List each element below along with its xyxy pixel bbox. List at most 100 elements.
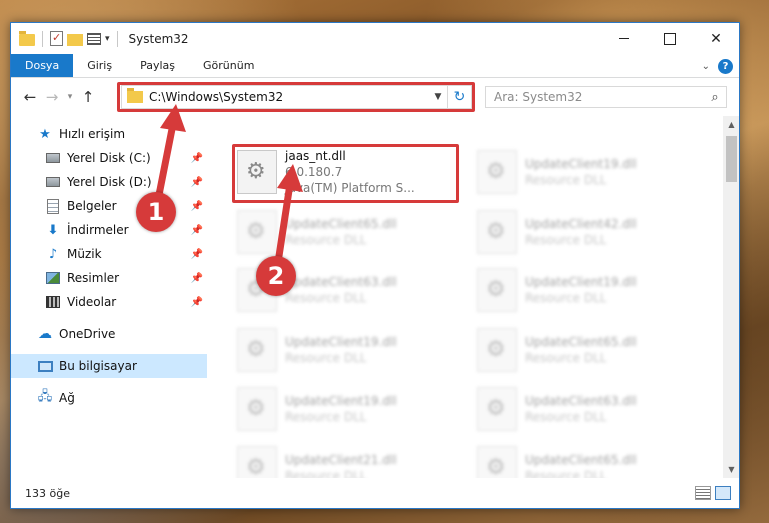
search-input[interactable]: Ara: System32 <box>494 90 704 104</box>
up-button[interactable]: ↑ <box>77 86 99 108</box>
pin-icon[interactable]: 📌 <box>191 153 203 164</box>
pin-icon[interactable]: 📌 <box>191 273 203 284</box>
sidebar-item-label: Belgeler <box>67 199 117 213</box>
sidebar-item-videos[interactable]: Videolar 📌 <box>11 290 207 314</box>
file-tile-highlighted[interactable]: jaas_nt.dll 6.0.180.7 Java(TM) Platform … <box>237 144 467 200</box>
scrollbar-thumb[interactable] <box>726 136 737 182</box>
minimize-button[interactable] <box>601 23 647 54</box>
search-icon[interactable]: ⌕ <box>704 90 726 105</box>
document-icon <box>45 198 61 214</box>
list-item[interactable]: UpdateClient65.dll Resource DLL <box>477 322 707 378</box>
tab-view[interactable]: Görünüm <box>189 54 268 77</box>
back-button[interactable]: ← <box>19 86 41 108</box>
file-type: Resource DLL <box>525 410 607 424</box>
title-bar: ▾ System32 ✕ <box>11 23 739 54</box>
sidebar-item-local-disk-d[interactable]: Yerel Disk (D:) 📌 <box>11 170 207 194</box>
quick-access-toolbar: ▾ <box>11 23 121 54</box>
sidebar-item-label: Yerel Disk (C:) <box>67 151 151 165</box>
toolbar-divider <box>42 30 43 47</box>
dll-file-icon <box>237 328 277 372</box>
pin-icon[interactable]: 📌 <box>191 297 203 308</box>
file-name: UpdateClient19.dll <box>525 275 637 289</box>
view-switcher <box>695 486 731 500</box>
details-view-icon[interactable] <box>695 486 711 500</box>
file-type: Resource DLL <box>525 233 607 247</box>
tab-file[interactable]: Dosya <box>11 54 74 77</box>
folder-icon <box>127 88 143 103</box>
file-type: Resource DLL <box>285 469 367 478</box>
list-item[interactable]: UpdateClient19.dll Resource DLL <box>237 381 467 437</box>
sidebar-item-label: Müzik <box>67 247 102 261</box>
pictures-icon <box>45 270 61 286</box>
close-button[interactable]: ✕ <box>693 23 739 54</box>
sidebar-item-label: OneDrive <box>59 327 116 341</box>
item-count: 133 öğe <box>25 487 70 500</box>
chevron-down-icon[interactable]: ▼ <box>429 92 447 102</box>
file-type: Resource DLL <box>525 291 607 305</box>
file-name: UpdateClient63.dll <box>525 394 637 408</box>
dll-file-icon <box>477 150 517 194</box>
navigation-pane: ★ Hızlı erişim Yerel Disk (C:) 📌 Yerel D… <box>11 116 207 478</box>
file-name: UpdateClient63.dll <box>285 275 397 289</box>
list-item[interactable]: UpdateClient65.dll Resource DLL <box>477 440 707 478</box>
properties-icon[interactable] <box>50 31 63 46</box>
list-item[interactable]: UpdateClient19.dll Resource DLL <box>237 322 467 378</box>
scroll-up-icon[interactable]: ▲ <box>723 116 739 133</box>
tiles-view-icon[interactable] <box>715 486 731 500</box>
dll-file-icon <box>477 328 517 372</box>
search-box[interactable]: Ara: System32 ⌕ <box>485 86 727 108</box>
help-icon[interactable]: ? <box>718 58 733 74</box>
sidebar-item-quick-access[interactable]: ★ Hızlı erişim <box>11 122 207 146</box>
pin-icon[interactable]: 📌 <box>191 177 203 188</box>
new-folder-icon[interactable] <box>67 34 83 46</box>
maximize-button[interactable] <box>647 23 693 54</box>
sidebar-item-downloads[interactable]: ⬇ İndirmeler 📌 <box>11 218 207 242</box>
list-item[interactable]: UpdateClient19.dll Resource DLL <box>477 144 707 200</box>
list-item[interactable]: UpdateClient42.dll Resource DLL <box>477 204 707 260</box>
file-type: Resource DLL <box>285 351 367 365</box>
list-item[interactable]: UpdateClient21.dll Resource DLL <box>237 440 467 478</box>
sidebar-item-network[interactable]: 🖧 Ağ <box>11 386 207 410</box>
pin-icon[interactable]: 📌 <box>191 249 203 260</box>
list-item[interactable]: UpdateClient63.dll Resource DLL <box>477 381 707 437</box>
scroll-down-icon[interactable]: ▼ <box>723 461 739 478</box>
sidebar-item-pictures[interactable]: Resimler 📌 <box>11 266 207 290</box>
tab-share[interactable]: Paylaş <box>126 54 189 77</box>
pin-icon[interactable]: 📌 <box>191 201 203 212</box>
sidebar-item-onedrive[interactable]: ☁ OneDrive <box>11 322 207 346</box>
file-name: UpdateClient19.dll <box>285 394 397 408</box>
address-path[interactable]: C:\Windows\System32 <box>149 90 429 104</box>
vertical-scrollbar[interactable]: ▲ ▼ <box>723 116 739 478</box>
chevron-down-icon[interactable]: ▾ <box>105 34 110 44</box>
forward-button[interactable]: → <box>41 86 63 108</box>
videos-icon <box>45 294 61 310</box>
cloud-icon: ☁ <box>38 326 52 342</box>
close-icon: ✕ <box>710 30 722 47</box>
sidebar-item-this-pc[interactable]: Bu bilgisayar <box>11 354 207 378</box>
recent-locations-button[interactable]: ▾ <box>63 86 77 108</box>
folder-icon <box>19 31 35 46</box>
list-item[interactable]: UpdateClient19.dll Resource DLL <box>477 262 707 318</box>
view-options-icon[interactable] <box>87 32 101 45</box>
dll-file-icon <box>477 446 517 478</box>
dll-file-icon <box>477 268 517 312</box>
file-name: UpdateClient65.dll <box>285 217 397 231</box>
list-item[interactable]: UpdateClient65.dll Resource DLL <box>237 204 467 260</box>
expand-ribbon-icon[interactable]: ⌄ <box>702 61 710 72</box>
sidebar-item-label: Resimler <box>67 271 120 285</box>
file-type: Resource DLL <box>525 173 607 187</box>
sidebar-item-local-disk-c[interactable]: Yerel Disk (C:) 📌 <box>11 146 207 170</box>
dll-file-icon <box>477 210 517 254</box>
ribbon-right-controls: ⌄ ? <box>702 54 733 78</box>
pin-icon[interactable]: 📌 <box>191 225 203 236</box>
sidebar-item-label: Bu bilgisayar <box>59 359 137 373</box>
file-name: UpdateClient19.dll <box>525 157 637 171</box>
address-bar[interactable]: C:\Windows\System32 ▼ ↻ <box>121 85 472 109</box>
refresh-button[interactable]: ↻ <box>447 86 471 108</box>
window-controls: ✕ <box>601 23 739 54</box>
dll-file-icon <box>237 446 277 478</box>
step-marker-2: 2 <box>256 256 296 296</box>
tab-home[interactable]: Giriş <box>73 54 126 77</box>
sidebar-item-documents[interactable]: Belgeler 📌 <box>11 194 207 218</box>
sidebar-item-music[interactable]: ♪ Müzik 📌 <box>11 242 207 266</box>
